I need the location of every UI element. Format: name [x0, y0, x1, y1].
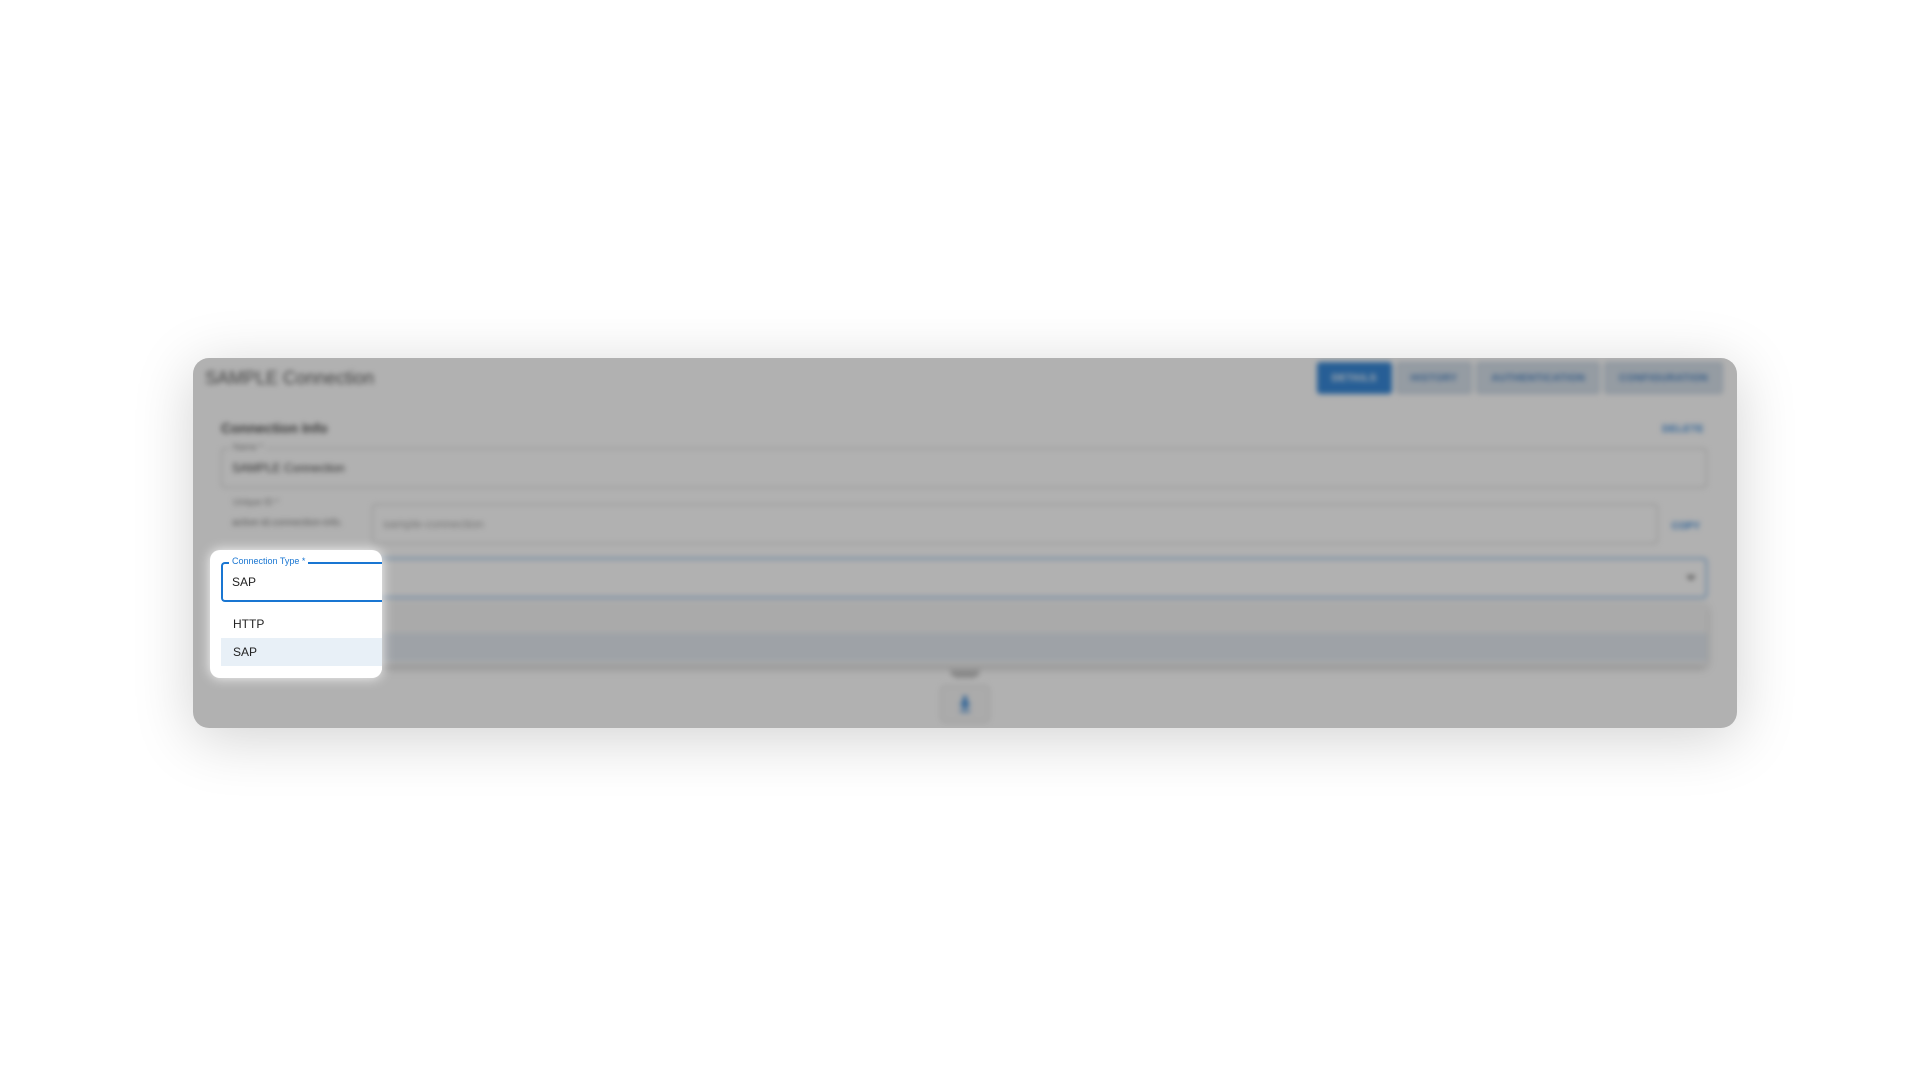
connection-type-spotlight: Connection Type * SAP HTTP SAP — [210, 550, 382, 678]
connection-type-value: SAP — [232, 575, 257, 589]
option-sap-label: SAP — [233, 645, 258, 659]
tab-authentication[interactable]: AUTHENTICATION — [1476, 362, 1601, 394]
download-icon — [959, 696, 971, 712]
tab-configuration[interactable]: CONFIGURATION — [1604, 362, 1723, 394]
connection-type-menu: HTTP SAP — [221, 606, 382, 670]
caret-down-icon — [1686, 575, 1696, 581]
copy-button[interactable]: COPY — [1672, 521, 1700, 532]
card-content: SAMPLE Connection DETAILS HISTORY AUTHEN… — [193, 358, 1737, 728]
connection-type-select[interactable]: Connection Type * SAP — [221, 556, 382, 602]
option-http[interactable]: HTTP — [221, 610, 382, 638]
tab-history[interactable]: HISTORY — [1395, 362, 1473, 394]
download-button[interactable] — [940, 685, 990, 723]
delete-button[interactable]: DELETE — [1662, 424, 1704, 435]
page-title: SAMPLE Connection — [205, 368, 375, 388]
screen: SAMPLE Connection DETAILS HISTORY AUTHEN… — [0, 0, 1920, 1080]
dropdown-menu-bg — [221, 603, 1707, 665]
resize-handle[interactable] — [950, 670, 980, 678]
option-sap[interactable]: SAP — [221, 638, 382, 666]
section-title: Connection Info — [221, 420, 328, 436]
unique-id-group: Unique ID * active-id.connection-info. s… — [221, 497, 1659, 544]
connection-type-select-bg[interactable] — [221, 558, 1707, 598]
unique-id-value: sample-connection — [383, 517, 484, 531]
name-field-label: Name * — [230, 442, 267, 452]
name-field-value: SAMPLE Connection — [232, 461, 345, 475]
option-http-label: HTTP — [233, 617, 265, 631]
name-field[interactable]: Name * SAMPLE Connection — [221, 442, 1707, 488]
connection-card: SAMPLE Connection DETAILS HISTORY AUTHEN… — [193, 358, 1737, 728]
unique-id-input[interactable]: sample-connection — [372, 504, 1658, 544]
tab-details[interactable]: DETAILS — [1316, 362, 1392, 394]
tab-bar: DETAILS HISTORY AUTHENTICATION CONFIGURA… — [1316, 362, 1723, 394]
unique-id-label: Unique ID * — [233, 497, 280, 507]
dropdown-selected-row-bg — [221, 633, 1707, 661]
connection-type-label: Connection Type * — [229, 556, 309, 566]
unique-id-prefix: active-id.connection-info. — [232, 517, 343, 529]
